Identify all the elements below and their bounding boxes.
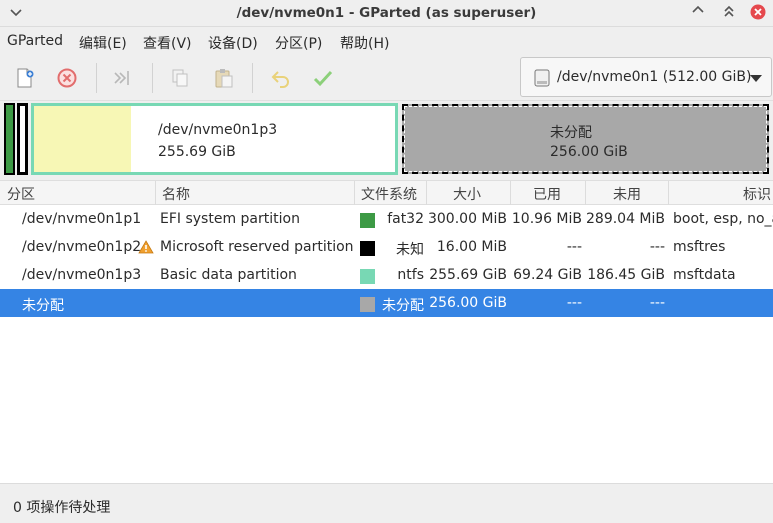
- disk-map: /dev/nvme0n1p3 255.69 GiB 未分配 256.00 GiB: [0, 101, 773, 181]
- cell-partition: /dev/nvme0n1p2: [22, 239, 142, 255]
- col-filesystem[interactable]: 文件系统: [361, 184, 417, 204]
- dropdown-arrow-icon: [750, 75, 762, 82]
- table-row[interactable]: /dev/nvme0n1p2 Microsoft reserved partiti…: [0, 233, 773, 261]
- delete-button[interactable]: [55, 66, 79, 90]
- filesystem-color-swatch: [360, 297, 375, 312]
- cell-flags: boot, esp, no_a: [673, 211, 773, 227]
- cell-size: 16.00 MiB: [436, 239, 507, 255]
- cell-partition: /dev/nvme0n1p1: [22, 211, 142, 227]
- pending-operations-status: 0 项操作待处理: [13, 500, 111, 516]
- title-bar: /dev/nvme0n1 - GParted (as superuser): [0, 0, 773, 27]
- disk-icon: [534, 69, 550, 87]
- minimize-icon[interactable]: [690, 4, 706, 20]
- cell-name: EFI system partition: [160, 211, 300, 227]
- cell-unused: 186.45 GiB: [587, 267, 665, 283]
- filesystem-color-swatch: [360, 241, 375, 256]
- cell-size: 300.00 MiB: [427, 211, 507, 227]
- resize-move-icon: [114, 71, 129, 85]
- device-selector[interactable]: /dev/nvme0n1 (512.00 GiB): [520, 57, 772, 97]
- undo-icon: [271, 71, 289, 88]
- paste-button[interactable]: [212, 66, 236, 90]
- window-title: /dev/nvme0n1 - GParted (as superuser): [236, 5, 537, 21]
- cell-filesystem: 未分配: [382, 298, 424, 314]
- cell-size: 256.00 GiB: [429, 295, 507, 311]
- cell-filesystem: ntfs: [397, 267, 424, 283]
- toolbar-separator: [96, 63, 97, 93]
- cell-name: Basic data partition: [160, 267, 297, 283]
- cell-unused: ---: [649, 295, 665, 311]
- menu-help[interactable]: 帮助(H): [340, 33, 389, 53]
- maximize-icon[interactable]: [721, 4, 737, 20]
- diskmap-unalloc-name: 未分配: [550, 125, 592, 141]
- cell-size: 255.69 GiB: [429, 267, 507, 283]
- table-row[interactable]: 未分配 未分配 256.00 GiB --- ---: [0, 289, 773, 317]
- delete-icon: [57, 68, 77, 88]
- diskmap-p1[interactable]: [4, 103, 15, 175]
- device-selector-label: /dev/nvme0n1 (512.00 GiB): [557, 69, 752, 85]
- cell-used: 69.24 GiB: [513, 267, 582, 283]
- new-partition-button[interactable]: [13, 66, 37, 90]
- status-bar: 0 项操作待处理: [0, 483, 773, 523]
- apply-icon: [313, 70, 333, 87]
- cell-used: ---: [566, 295, 582, 311]
- cell-name: Microsoft reserved partition: [160, 239, 354, 255]
- toolbar-separator: [252, 63, 253, 93]
- copy-button[interactable]: [168, 66, 192, 90]
- cell-used: ---: [566, 239, 582, 255]
- menu-device[interactable]: 设备(D): [208, 33, 258, 53]
- copy-icon: [172, 69, 188, 87]
- diskmap-unallocated[interactable]: 未分配 256.00 GiB: [402, 104, 769, 174]
- apply-button[interactable]: [311, 66, 335, 90]
- col-name[interactable]: 名称: [162, 184, 190, 204]
- cell-filesystem: 未知: [396, 242, 424, 258]
- menu-gparted[interactable]: GParted: [7, 33, 63, 49]
- toolbar-separator: [152, 63, 153, 93]
- resize-move-button[interactable]: [111, 66, 135, 90]
- col-unused[interactable]: 未用: [613, 184, 641, 204]
- cell-unused: ---: [649, 239, 665, 255]
- menu-edit[interactable]: 编辑(E): [79, 33, 127, 53]
- table-row[interactable]: /dev/nvme0n1p3 Basic data partition ntfs 25…: [0, 261, 773, 289]
- filesystem-color-swatch: [360, 213, 375, 228]
- warning-icon: [138, 240, 154, 254]
- table-row[interactable]: /dev/nvme0n1p1 EFI system partition fat32 3…: [0, 205, 773, 233]
- table-header: 分区 名称 文件系统 大小 已用 未用 标识: [0, 180, 773, 205]
- cell-partition: 未分配: [22, 298, 64, 314]
- col-used[interactable]: 已用: [533, 184, 561, 204]
- col-flags[interactable]: 标识: [743, 184, 771, 204]
- cell-unused: 289.04 MiB: [586, 211, 666, 227]
- filesystem-color-swatch: [360, 269, 375, 284]
- menu-view[interactable]: 查看(V): [143, 33, 192, 53]
- diskmap-p3-size: 255.69 GiB: [158, 144, 236, 160]
- cell-filesystem: fat32: [387, 211, 424, 227]
- cell-used: 10.96 MiB: [511, 211, 582, 227]
- undo-button[interactable]: [269, 66, 293, 90]
- cell-flags: msftres: [673, 239, 726, 255]
- diskmap-p3-used-fill: [34, 106, 131, 172]
- diskmap-unalloc-size: 256.00 GiB: [550, 144, 628, 160]
- paste-icon: [215, 69, 233, 88]
- diskmap-p3[interactable]: /dev/nvme0n1p3 255.69 GiB: [31, 103, 398, 175]
- col-size[interactable]: 大小: [453, 184, 481, 204]
- menu-partition[interactable]: 分区(P): [275, 33, 322, 53]
- close-icon[interactable]: [750, 4, 766, 20]
- menu-bar: GParted 编辑(E) 查看(V) 设备(D) 分区(P) 帮助(H): [0, 27, 773, 57]
- diskmap-p3-name: /dev/nvme0n1p3: [158, 122, 278, 138]
- cell-partition: /dev/nvme0n1p3: [22, 267, 142, 283]
- cell-flags: msftdata: [673, 267, 736, 283]
- col-partition[interactable]: 分区: [7, 184, 35, 204]
- new-partition-icon: [17, 68, 34, 88]
- partition-table: 分区 名称 文件系统 大小 已用 未用 标识 /dev/nvme0n1p1 EFI…: [0, 180, 773, 483]
- diskmap-p2[interactable]: [17, 103, 28, 175]
- toolbar: /dev/nvme0n1 (512.00 GiB): [0, 57, 773, 101]
